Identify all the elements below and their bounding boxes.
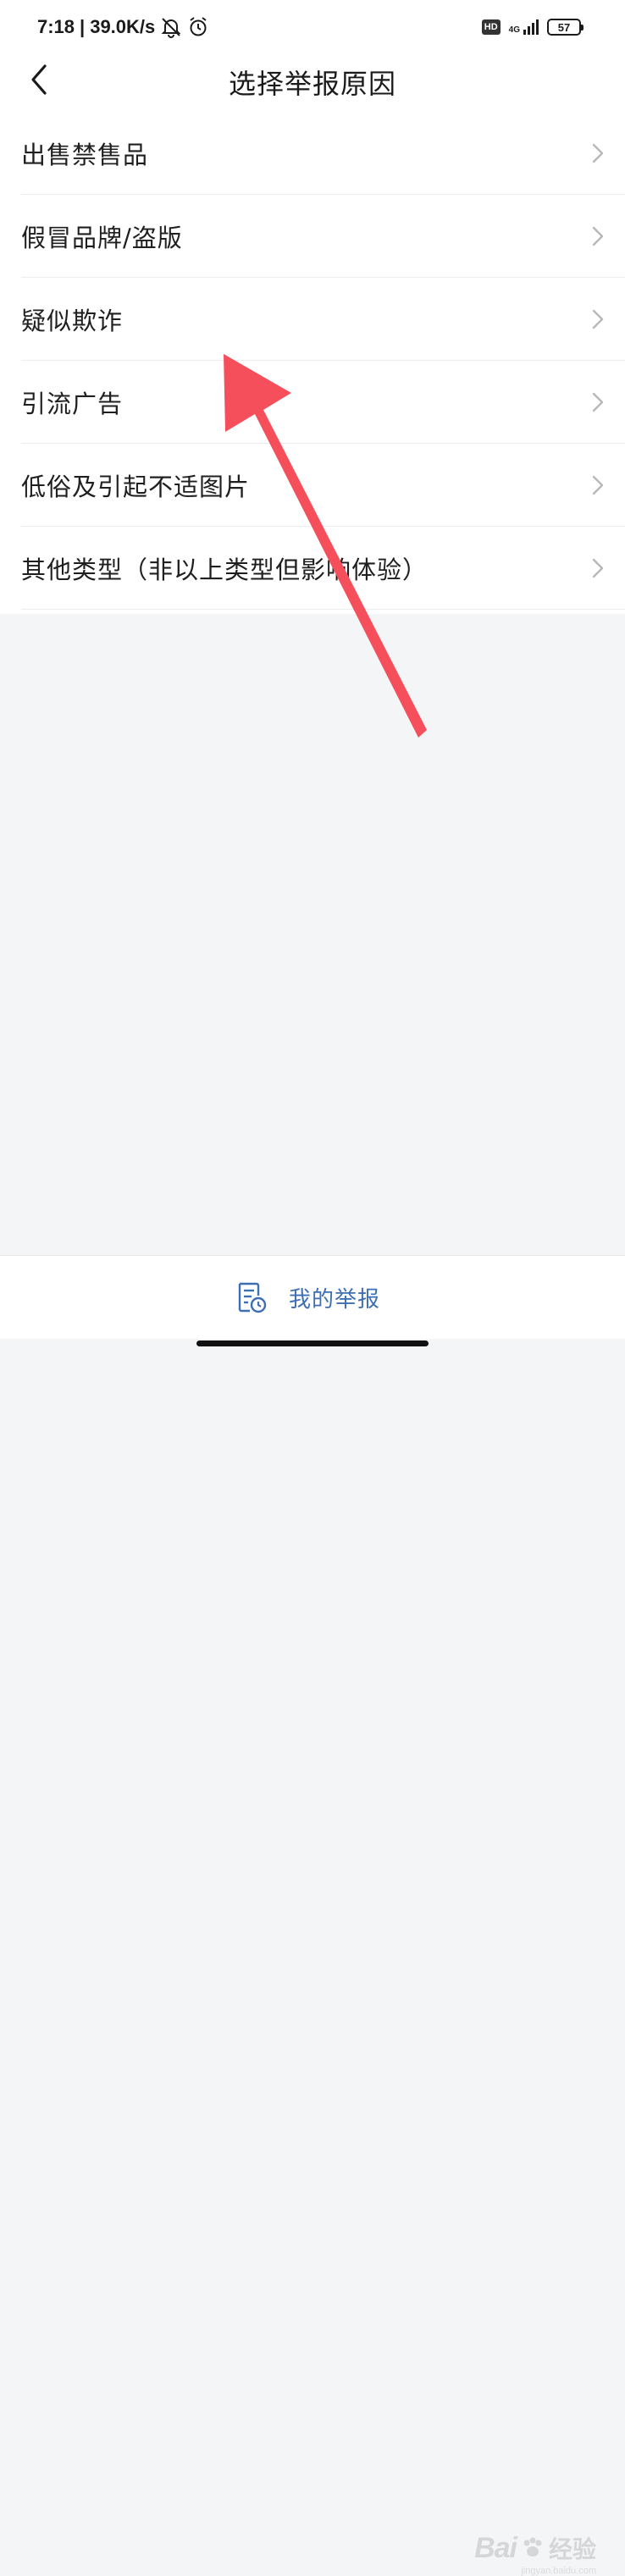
home-indicator[interactable] xyxy=(196,1341,429,1346)
battery-level: 57 xyxy=(557,20,571,34)
reason-label: 低俗及引起不适图片 xyxy=(21,472,251,501)
network-type: 4G xyxy=(508,25,520,35)
report-reason-list: 出售禁售品 假冒品牌/盗版 疑似欺诈 引流广告 低俗及引起不适图片 其他类型（非… xyxy=(21,112,625,610)
reason-label: 出售禁售品 xyxy=(21,140,149,169)
reason-label: 引流广告 xyxy=(21,389,124,418)
bottom-bar: 我的举报 Bai 经验 jingyan.baidu.com xyxy=(0,1255,625,2576)
status-right: HD 4G 57 xyxy=(481,14,584,41)
watermark-brand-cn: 经验 xyxy=(548,2536,596,2562)
chevron-right-icon xyxy=(592,309,604,329)
baidu-jingyan-watermark: Bai 经验 jingyan.baidu.com xyxy=(474,2529,596,2576)
page-title: 选择举报原因 xyxy=(228,68,396,100)
chevron-right-icon xyxy=(592,392,604,412)
my-report-button[interactable]: 我的举报 xyxy=(235,1276,380,1318)
chevron-right-icon xyxy=(592,475,604,495)
reason-item-traffic-ads[interactable]: 引流广告 xyxy=(21,361,625,444)
reason-label: 疑似欺诈 xyxy=(21,306,124,335)
reason-label: 其他类型（非以上类型但影响体验） xyxy=(21,555,429,584)
hd-badge: HD xyxy=(481,19,501,35)
reason-item-suspected-fraud[interactable]: 疑似欺诈 xyxy=(21,278,625,361)
my-report-label: 我的举报 xyxy=(289,1286,381,1313)
reason-item-prohibited-goods[interactable]: 出售禁售品 xyxy=(21,112,625,195)
chevron-right-icon xyxy=(592,143,604,163)
reason-item-vulgar-images[interactable]: 低俗及引起不适图片 xyxy=(21,444,625,527)
alarm-clock-icon xyxy=(190,17,207,36)
battery-icon: 57 xyxy=(547,19,584,36)
mute-bell-icon xyxy=(161,18,181,38)
watermark-brand: Bai xyxy=(474,2531,517,2564)
paw-logo-icon xyxy=(523,2537,542,2557)
reason-item-other[interactable]: 其他类型（非以上类型但影响体验） xyxy=(21,527,625,610)
status-left: 7:18 | 39.0K/s xyxy=(37,14,209,41)
reason-label: 假冒品牌/盗版 xyxy=(21,223,183,252)
status-bar: 7:18 | 39.0K/s HD 4G 57 xyxy=(0,0,625,54)
nav-header: 选择举报原因 xyxy=(0,54,625,105)
status-net-speed: 39.0K/s xyxy=(90,16,156,37)
status-separator: | xyxy=(80,16,86,37)
signal-bars-icon xyxy=(523,19,539,35)
chevron-right-icon xyxy=(592,226,604,246)
chevron-right-icon xyxy=(592,558,604,578)
status-time: 7:18 xyxy=(37,16,75,37)
reason-item-counterfeit[interactable]: 假冒品牌/盗版 xyxy=(21,195,625,278)
report-history-icon xyxy=(238,1282,267,1313)
signal-indicator: 4G xyxy=(509,19,539,35)
watermark-url: jingyan.baidu.com xyxy=(521,2566,596,2576)
